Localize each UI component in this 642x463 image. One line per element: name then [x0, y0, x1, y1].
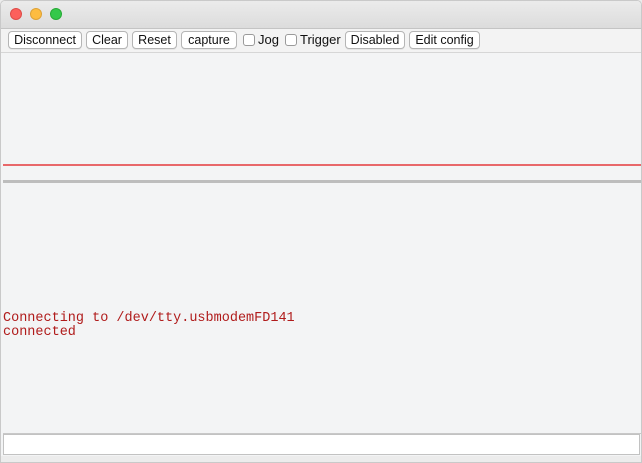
jog-checkbox[interactable]	[243, 34, 255, 46]
minimize-window-icon[interactable]	[30, 8, 42, 20]
disconnect-button[interactable]: Disconnect	[8, 31, 82, 49]
console-output: Connecting to /dev/tty.usbmodemFD141 con…	[3, 311, 641, 434]
command-input[interactable]	[3, 434, 640, 455]
disabled-button[interactable]: Disabled	[345, 31, 405, 49]
app-window: Disconnect Clear Reset capture Jog Trigg…	[0, 0, 642, 463]
console-line: Connecting to /dev/tty.usbmodemFD141	[3, 311, 295, 326]
plot-trace-line	[3, 164, 641, 166]
trigger-checkbox[interactable]	[285, 34, 297, 46]
capture-button[interactable]: capture	[181, 31, 237, 49]
trigger-checkbox-label[interactable]: Trigger	[300, 32, 341, 48]
reset-button[interactable]: Reset	[132, 31, 177, 49]
close-window-icon[interactable]	[10, 8, 22, 20]
zoom-window-icon[interactable]	[50, 8, 62, 20]
bottom-strip	[1, 456, 641, 462]
edit-config-button[interactable]: Edit config	[409, 31, 480, 49]
plot-area-top	[3, 53, 641, 181]
console-line: connected	[3, 325, 76, 340]
jog-checkbox-label[interactable]: Jog	[258, 32, 279, 48]
clear-button[interactable]: Clear	[86, 31, 128, 49]
plot-area-bottom	[3, 183, 641, 312]
toolbar: Disconnect Clear Reset capture Jog Trigg…	[1, 29, 641, 53]
title-bar	[1, 1, 641, 29]
